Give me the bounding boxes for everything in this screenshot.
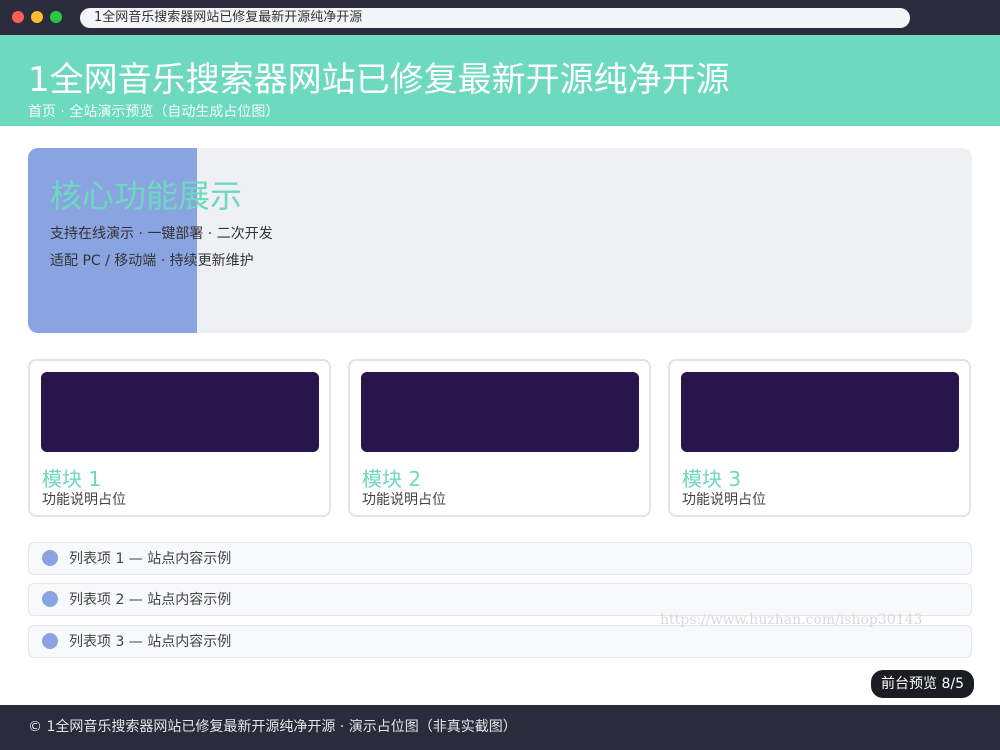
bullet-icon <box>42 633 58 649</box>
close-window-icon[interactable] <box>12 11 24 23</box>
window-titlebar: 1全网音乐搜索器网站已修复最新开源纯净开源 <box>0 0 1000 35</box>
bullet-icon <box>42 591 58 607</box>
module-card-thumbnail <box>681 372 959 452</box>
feature-banner: 核心功能展示 支持在线演示 · 一键部署 · 二次开发 适配 PC / 移动端 … <box>28 148 972 333</box>
page-title: 1全网音乐搜索器网站已修复最新开源纯净开源 <box>28 60 730 100</box>
module-card-description: 功能说明占位 <box>682 492 766 508</box>
module-card-thumbnail <box>361 372 639 452</box>
footer-text: © 1全网音乐搜索器网站已修复最新开源纯净开源 · 演示占位图（非真实截图） <box>28 719 517 735</box>
banner-title: 核心功能展示 <box>50 177 243 215</box>
banner-subtitle-line-2: 适配 PC / 移动端 · 持续更新维护 <box>50 253 254 269</box>
module-card-description: 功能说明占位 <box>42 492 126 508</box>
module-card-thumbnail <box>41 372 319 452</box>
list-item[interactable]: 列表项 1 — 站点内容示例 <box>28 542 972 575</box>
bullet-icon <box>42 550 58 566</box>
address-bar[interactable]: 1全网音乐搜索器网站已修复最新开源纯净开源 <box>80 8 910 28</box>
module-card-2[interactable]: 模块 2 功能说明占位 <box>348 359 651 517</box>
module-card-title: 模块 2 <box>362 467 422 491</box>
module-card-title: 模块 3 <box>682 467 742 491</box>
maximize-window-icon[interactable] <box>50 11 62 23</box>
module-card-description: 功能说明占位 <box>362 492 446 508</box>
preview-badge: 前台预览 8/5 <box>871 670 974 698</box>
module-card-title: 模块 1 <box>42 467 102 491</box>
watermark-text: https://www.huzhan.com/ishop30143 <box>660 612 923 628</box>
minimize-window-icon[interactable] <box>31 11 43 23</box>
banner-subtitle-line-1: 支持在线演示 · 一键部署 · 二次开发 <box>50 226 273 242</box>
module-card-1[interactable]: 模块 1 功能说明占位 <box>28 359 331 517</box>
list-item-label: 列表项 1 — 站点内容示例 <box>69 551 232 567</box>
list-item-label: 列表项 2 — 站点内容示例 <box>69 592 232 608</box>
module-card-3[interactable]: 模块 3 功能说明占位 <box>668 359 971 517</box>
list-item-label: 列表项 3 — 站点内容示例 <box>69 634 232 650</box>
page-footer: © 1全网音乐搜索器网站已修复最新开源纯净开源 · 演示占位图（非真实截图） <box>0 705 1000 750</box>
breadcrumb: 首页 · 全站演示预览（自动生成占位图） <box>28 104 280 120</box>
